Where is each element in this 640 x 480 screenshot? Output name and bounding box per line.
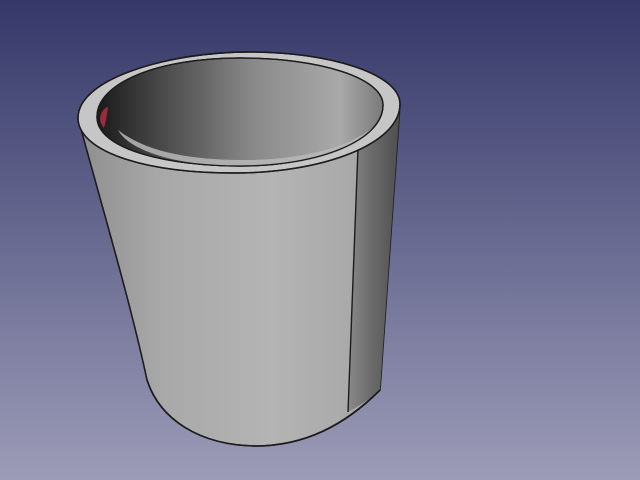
viewport-canvas[interactable]: [0, 0, 640, 480]
3d-viewport[interactable]: [0, 0, 640, 480]
